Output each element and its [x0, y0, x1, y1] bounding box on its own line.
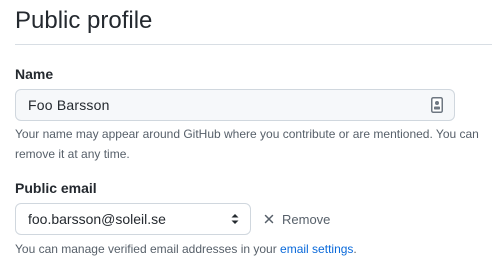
name-input-value[interactable]: Foo Barsson	[28, 97, 422, 113]
name-label: Name	[15, 66, 54, 82]
public-email-label: Public email	[15, 180, 97, 196]
public-email-selected-value[interactable]: foo.barsson@soleil.se	[28, 211, 224, 227]
contact-card-icon[interactable]	[422, 90, 452, 120]
title-divider	[15, 44, 492, 45]
select-arrows-icon[interactable]	[224, 204, 246, 234]
email-help-prefix: You can manage verified email addresses …	[15, 242, 281, 256]
email-settings-link[interactable]: email settings	[280, 242, 353, 256]
name-help-text: Your name may appear around GitHub where…	[15, 127, 479, 161]
name-input[interactable]: Foo Barsson	[15, 89, 455, 121]
remove-button-label[interactable]: Remove	[282, 212, 330, 227]
public-profile-section: Public profile Name Foo Barsson Your nam…	[0, 0, 492, 269]
x-icon[interactable]	[262, 212, 276, 226]
page-title: Public profile	[15, 7, 153, 34]
email-help-text: You can manage verified email addresses …	[15, 239, 485, 259]
email-help-suffix: .	[353, 242, 357, 256]
remove-email-button[interactable]: Remove	[262, 207, 330, 231]
public-email-select[interactable]: foo.barsson@soleil.se	[15, 203, 251, 235]
